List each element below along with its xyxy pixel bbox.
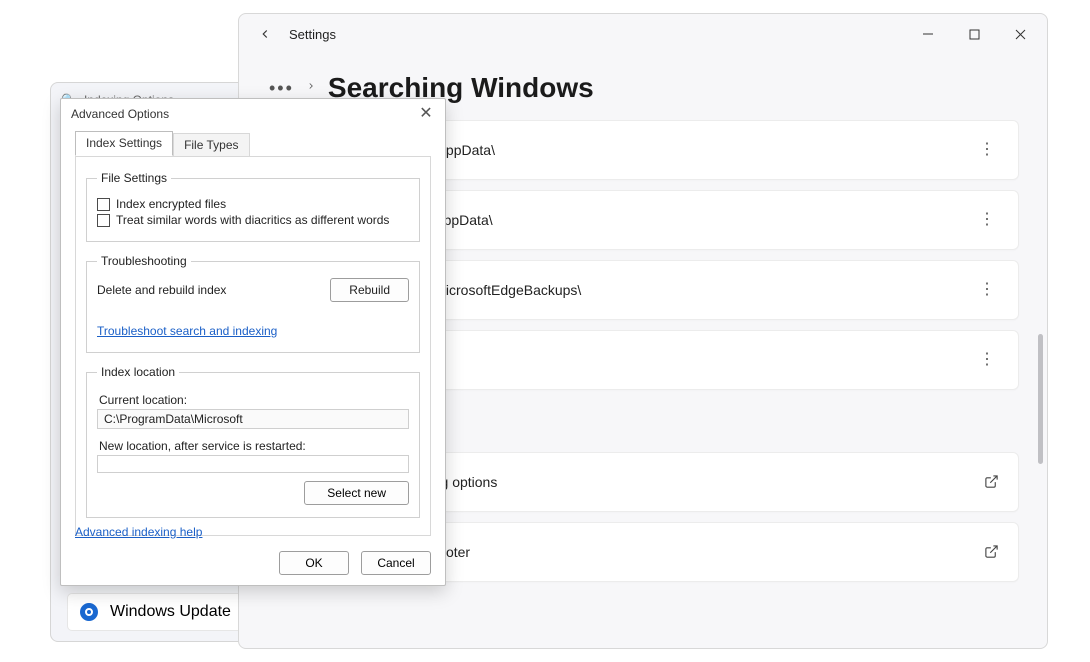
back-button[interactable] bbox=[249, 18, 281, 50]
advanced-options-close-icon[interactable]: ✕ bbox=[413, 102, 439, 124]
troubleshoot-search-link[interactable]: Troubleshoot search and indexing bbox=[97, 324, 277, 338]
more-options-button[interactable]: ⋮ bbox=[974, 288, 1000, 292]
chevron-right-icon bbox=[306, 79, 316, 98]
maximize-button[interactable] bbox=[951, 19, 997, 49]
cancel-button[interactable]: Cancel bbox=[361, 551, 431, 575]
more-options-button[interactable]: ⋮ bbox=[974, 358, 1000, 362]
checkbox-icon bbox=[97, 198, 110, 211]
settings-titlebar: Settings bbox=[239, 14, 1047, 54]
file-settings-legend: File Settings bbox=[97, 171, 171, 185]
new-location-label: New location, after service is restarted… bbox=[99, 439, 409, 453]
scrollbar-thumb[interactable] bbox=[1038, 334, 1043, 464]
select-new-button[interactable]: Select new bbox=[304, 481, 409, 505]
breadcrumb-more-icon[interactable]: ••• bbox=[269, 78, 294, 99]
file-settings-group: File Settings Index encrypted files Trea… bbox=[86, 171, 420, 242]
new-location-field[interactable] bbox=[97, 455, 409, 473]
external-link-icon bbox=[984, 544, 1000, 560]
diacritics-label: Treat similar words with diacritics as d… bbox=[116, 213, 389, 227]
diacritics-checkbox[interactable]: Treat similar words with diacritics as d… bbox=[97, 213, 409, 227]
troubleshooting-legend: Troubleshooting bbox=[97, 254, 191, 268]
advanced-indexing-help-link[interactable]: Advanced indexing help bbox=[75, 525, 202, 539]
advanced-options-title: Advanced Options bbox=[61, 99, 445, 129]
minimize-button[interactable] bbox=[905, 19, 951, 49]
checkbox-icon bbox=[97, 214, 110, 227]
tab-index-settings[interactable]: Index Settings bbox=[75, 131, 173, 156]
update-icon bbox=[80, 603, 98, 621]
current-location-value: C:\ProgramData\Microsoft bbox=[97, 409, 409, 429]
index-encrypted-checkbox[interactable]: Index encrypted files bbox=[97, 197, 409, 211]
rebuild-button[interactable]: Rebuild bbox=[330, 278, 409, 302]
advanced-options-dialog: Advanced Options ✕ Index Settings File T… bbox=[60, 98, 446, 586]
index-encrypted-label: Index encrypted files bbox=[116, 197, 226, 211]
troubleshooting-group: Troubleshooting Delete and rebuild index… bbox=[86, 254, 420, 353]
ok-button[interactable]: OK bbox=[279, 551, 349, 575]
windows-update-label: Windows Update bbox=[110, 603, 231, 621]
index-location-group: Index location Current location: C:\Prog… bbox=[86, 365, 420, 518]
external-link-icon bbox=[984, 474, 1000, 490]
settings-app-title: Settings bbox=[289, 27, 336, 42]
index-location-legend: Index location bbox=[97, 365, 179, 379]
close-button[interactable] bbox=[997, 19, 1043, 49]
tab-file-types[interactable]: File Types bbox=[173, 133, 249, 156]
current-location-label: Current location: bbox=[99, 393, 409, 407]
more-options-button[interactable]: ⋮ bbox=[974, 148, 1000, 152]
more-options-button[interactable]: ⋮ bbox=[974, 218, 1000, 222]
delete-rebuild-label: Delete and rebuild index bbox=[97, 283, 226, 297]
